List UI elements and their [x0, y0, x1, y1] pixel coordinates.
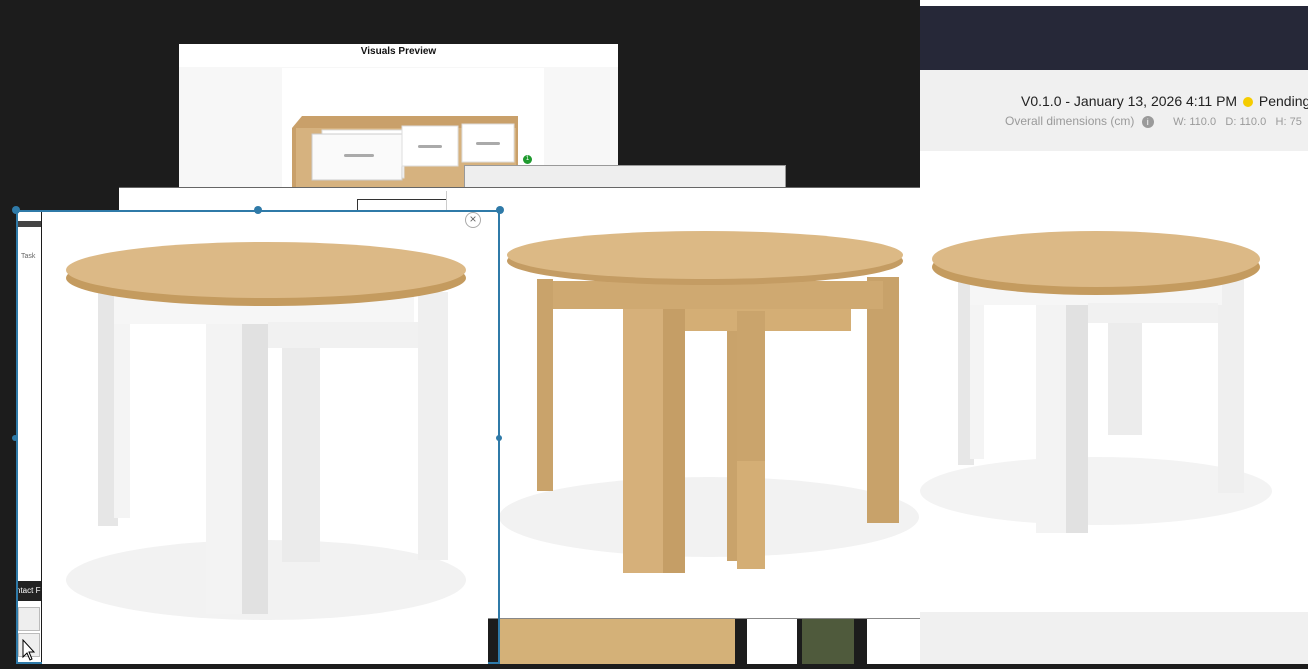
close-button[interactable]: ×	[465, 212, 481, 228]
width-value: W: 110.0	[1173, 116, 1217, 128]
selected-image-overlay[interactable]: ×	[16, 210, 500, 664]
dimensions-label: Overall dimensions (cm)	[1005, 114, 1135, 128]
white-table-image	[42, 212, 488, 664]
white-thumbnail	[747, 619, 797, 664]
close-icon: ×	[469, 212, 477, 226]
info-icon[interactable]: i	[1141, 115, 1154, 128]
step-badge: 1	[523, 155, 532, 164]
status-text: Pending	[1258, 93, 1308, 109]
visuals-preview-title: Visuals Preview	[179, 44, 618, 67]
resize-handle-right[interactable]	[496, 435, 502, 441]
right-panel-header	[920, 6, 1308, 70]
version-info: V0.1.0 - January 13, 2026 4:11 PM Pendin…	[1021, 93, 1308, 109]
green-fabric-thumbnail	[802, 619, 854, 664]
dimensions-row: Overall dimensions (cm) i W: 110.0 D: 11…	[1005, 114, 1302, 128]
resize-handle-top-right[interactable]	[496, 206, 504, 214]
resize-handle-left[interactable]	[12, 435, 18, 441]
oak-texture-thumbnail	[500, 619, 735, 664]
white-thumbnail-2	[867, 619, 920, 664]
version-text: V0.1.0 - January 13, 2026 4:11 PM	[1021, 93, 1238, 109]
status-dot	[1243, 97, 1253, 108]
depth-value: D: 110.0	[1225, 116, 1267, 128]
right-panel: V0.1.0 - January 13, 2026 4:11 PM Pendin…	[920, 0, 1308, 664]
height-value: H: 75	[1275, 116, 1302, 128]
oak-table-image	[446, 191, 921, 619]
mouse-cursor-icon	[22, 638, 36, 666]
resize-handle-top-left[interactable]	[12, 206, 20, 214]
product-image	[920, 151, 1308, 612]
resize-handle-top[interactable]	[254, 206, 262, 214]
